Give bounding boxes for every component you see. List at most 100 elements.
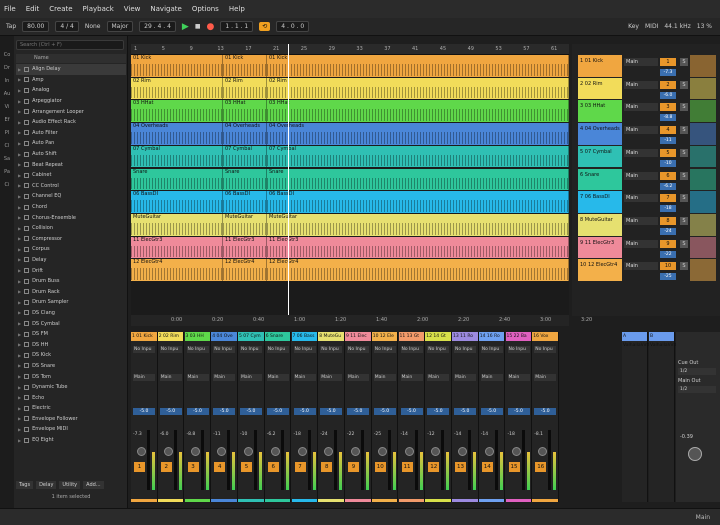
audio-clip[interactable]: Snare	[131, 168, 223, 191]
track-volume[interactable]: -25	[660, 273, 676, 281]
volume-fader[interactable]	[494, 430, 498, 490]
track-name[interactable]: 10 12 ElecGtr4	[578, 259, 622, 281]
output-select[interactable]: Main	[266, 374, 289, 381]
audio-clip[interactable]: 04 Overheads	[223, 123, 267, 145]
menu-file[interactable]: File	[4, 5, 16, 13]
time-signature[interactable]: 4 / 4	[55, 21, 79, 32]
browser-category-9[interactable]: Pa	[4, 169, 10, 175]
output-select[interactable]: Main	[133, 374, 155, 381]
return-b-label[interactable]: B ValhallaVintage	[649, 332, 685, 348]
track-activator[interactable]: 9	[660, 239, 676, 248]
browser-category-4[interactable]: Vi	[5, 104, 10, 110]
send-a-value[interactable]: -5.0	[186, 408, 209, 415]
expand-arrow-icon[interactable]: ▶	[18, 406, 21, 411]
output-select[interactable]: Main	[240, 374, 262, 381]
input-type-select[interactable]: No Inpu	[454, 346, 476, 353]
track-header[interactable]: 7 06 BassDI Main 7 -18 S	[572, 191, 720, 213]
browser-category-6[interactable]: PI	[5, 130, 10, 136]
browser-item[interactable]: ▶ Channel EQ	[16, 191, 126, 202]
browser-item[interactable]: ▶ Dynamic Tube	[16, 382, 126, 393]
audio-clip[interactable]: MuteGuitar	[131, 213, 223, 236]
browser-item[interactable]: ▶ Compressor	[16, 234, 126, 245]
volume-readout[interactable]: -8.8	[187, 432, 209, 437]
send-a-value[interactable]: -5.0	[427, 408, 450, 415]
menu-edit[interactable]: Edit	[26, 5, 40, 13]
send-a-value[interactable]: -5.0	[507, 408, 530, 415]
volume-fader[interactable]	[173, 430, 177, 490]
audio-clip[interactable]: 11 ElecGtr3	[267, 236, 569, 259]
pan-knob[interactable]	[244, 447, 253, 456]
browser-category-7[interactable]: Cl	[5, 143, 10, 149]
track-activator-button[interactable]: 15	[508, 462, 520, 472]
send-a-value[interactable]: -5.0	[400, 408, 423, 415]
browser-category-1[interactable]: Dr	[4, 65, 10, 71]
track-activator-button[interactable]: 1	[134, 462, 145, 472]
browser-search-input[interactable]: Search (Ctrl + F)	[16, 40, 124, 50]
track-activator-button[interactable]: 14	[481, 462, 493, 472]
arrangement-lane[interactable]: 03 HHat 03 HHat 03 HHat	[131, 100, 569, 123]
browser-item[interactable]: ▶ Arrangement Looper	[16, 106, 126, 117]
expand-arrow-icon[interactable]: ▶	[18, 99, 21, 104]
browser-item[interactable]: ▶ Echo	[16, 392, 126, 403]
input-type-select[interactable]: No Inpu	[293, 346, 316, 353]
expand-arrow-icon[interactable]: ▶	[18, 183, 21, 188]
expand-arrow-icon[interactable]: ▶	[18, 226, 21, 231]
volume-fader[interactable]	[548, 430, 552, 490]
send-a-value[interactable]: -5.0	[266, 408, 289, 415]
expand-arrow-icon[interactable]: ▶	[18, 215, 21, 220]
track-activator[interactable]: 5	[660, 148, 676, 157]
input-type-select[interactable]: No Inpu	[480, 346, 503, 353]
pan-knob[interactable]	[511, 447, 521, 456]
browser-item[interactable]: ▶ CC Control	[16, 181, 126, 192]
playhead[interactable]	[288, 44, 289, 316]
browser-item[interactable]: ▶ Arpeggiator	[16, 96, 126, 107]
audio-clip[interactable]: MuteGuitar	[223, 213, 267, 236]
expand-arrow-icon[interactable]: ▶	[18, 289, 21, 294]
channel-title[interactable]: 9 11 Elec	[345, 332, 371, 341]
browser-tag-3[interactable]: Add...	[83, 481, 104, 489]
track-name[interactable]: 9 11 ElecGtr3	[578, 236, 622, 259]
volume-readout[interactable]: -22	[347, 432, 369, 437]
track-header[interactable]: 9 11 ElecGtr3 Main 9 -22 S	[572, 236, 720, 259]
loop-start-field[interactable]: 1 . 1 . 1	[220, 21, 254, 32]
track-output-select[interactable]: Main	[624, 171, 658, 180]
track-output-select[interactable]: Main	[624, 80, 658, 89]
solo-button[interactable]: S	[680, 103, 688, 112]
pan-knob[interactable]	[270, 447, 280, 456]
channel-title[interactable]: 13 11 Ro	[452, 332, 478, 341]
track-activator[interactable]: 2	[660, 80, 676, 89]
volume-readout[interactable]: -14	[401, 432, 423, 437]
track-name[interactable]: 4 04 Overheads	[578, 123, 622, 145]
expand-arrow-icon[interactable]: ▶	[18, 395, 21, 400]
track-activator-button[interactable]: 8	[321, 462, 333, 472]
track-volume[interactable]: -6.2	[660, 182, 676, 190]
pan-knob[interactable]	[484, 447, 494, 456]
track-volume[interactable]: -8.8	[660, 114, 676, 122]
expand-arrow-icon[interactable]: ▶	[18, 194, 21, 199]
output-select[interactable]: Main	[186, 374, 209, 381]
expand-arrow-icon[interactable]: ▶	[18, 141, 21, 146]
pan-knob[interactable]	[404, 447, 414, 456]
audio-clip[interactable]: 06 BassDI	[223, 191, 267, 213]
menu-options[interactable]: Options	[192, 5, 219, 13]
output-select[interactable]: Main	[507, 374, 530, 381]
expand-arrow-icon[interactable]: ▶	[18, 268, 21, 273]
browser-item[interactable]: ▶ Drift	[16, 265, 126, 276]
record-icon[interactable]: ●	[206, 22, 214, 32]
browser-item[interactable]: ▶ Drum Sampler	[16, 297, 126, 308]
browser-item[interactable]: ▶ DS Cymbal	[16, 318, 126, 329]
output-select[interactable]: Main	[347, 374, 369, 381]
output-select[interactable]: Main	[454, 374, 476, 381]
volume-readout[interactable]: -18	[508, 432, 530, 437]
cue-out-select[interactable]: 1/2	[678, 368, 716, 375]
pan-knob[interactable]	[297, 447, 307, 456]
browser-item[interactable]: ▶ Amp	[16, 75, 126, 86]
play-icon[interactable]: ▶	[182, 22, 189, 32]
audio-clip[interactable]: 03 HHat	[223, 100, 267, 123]
track-activator[interactable]: 10	[660, 262, 676, 271]
volume-readout[interactable]: -6.0	[160, 432, 182, 437]
browser-item[interactable]: ▶ DS FM	[16, 329, 126, 340]
expand-arrow-icon[interactable]: ▶	[18, 173, 21, 178]
input-type-select[interactable]: No Inpu	[240, 346, 262, 353]
channel-title[interactable]: 3 03 HH	[184, 332, 210, 341]
